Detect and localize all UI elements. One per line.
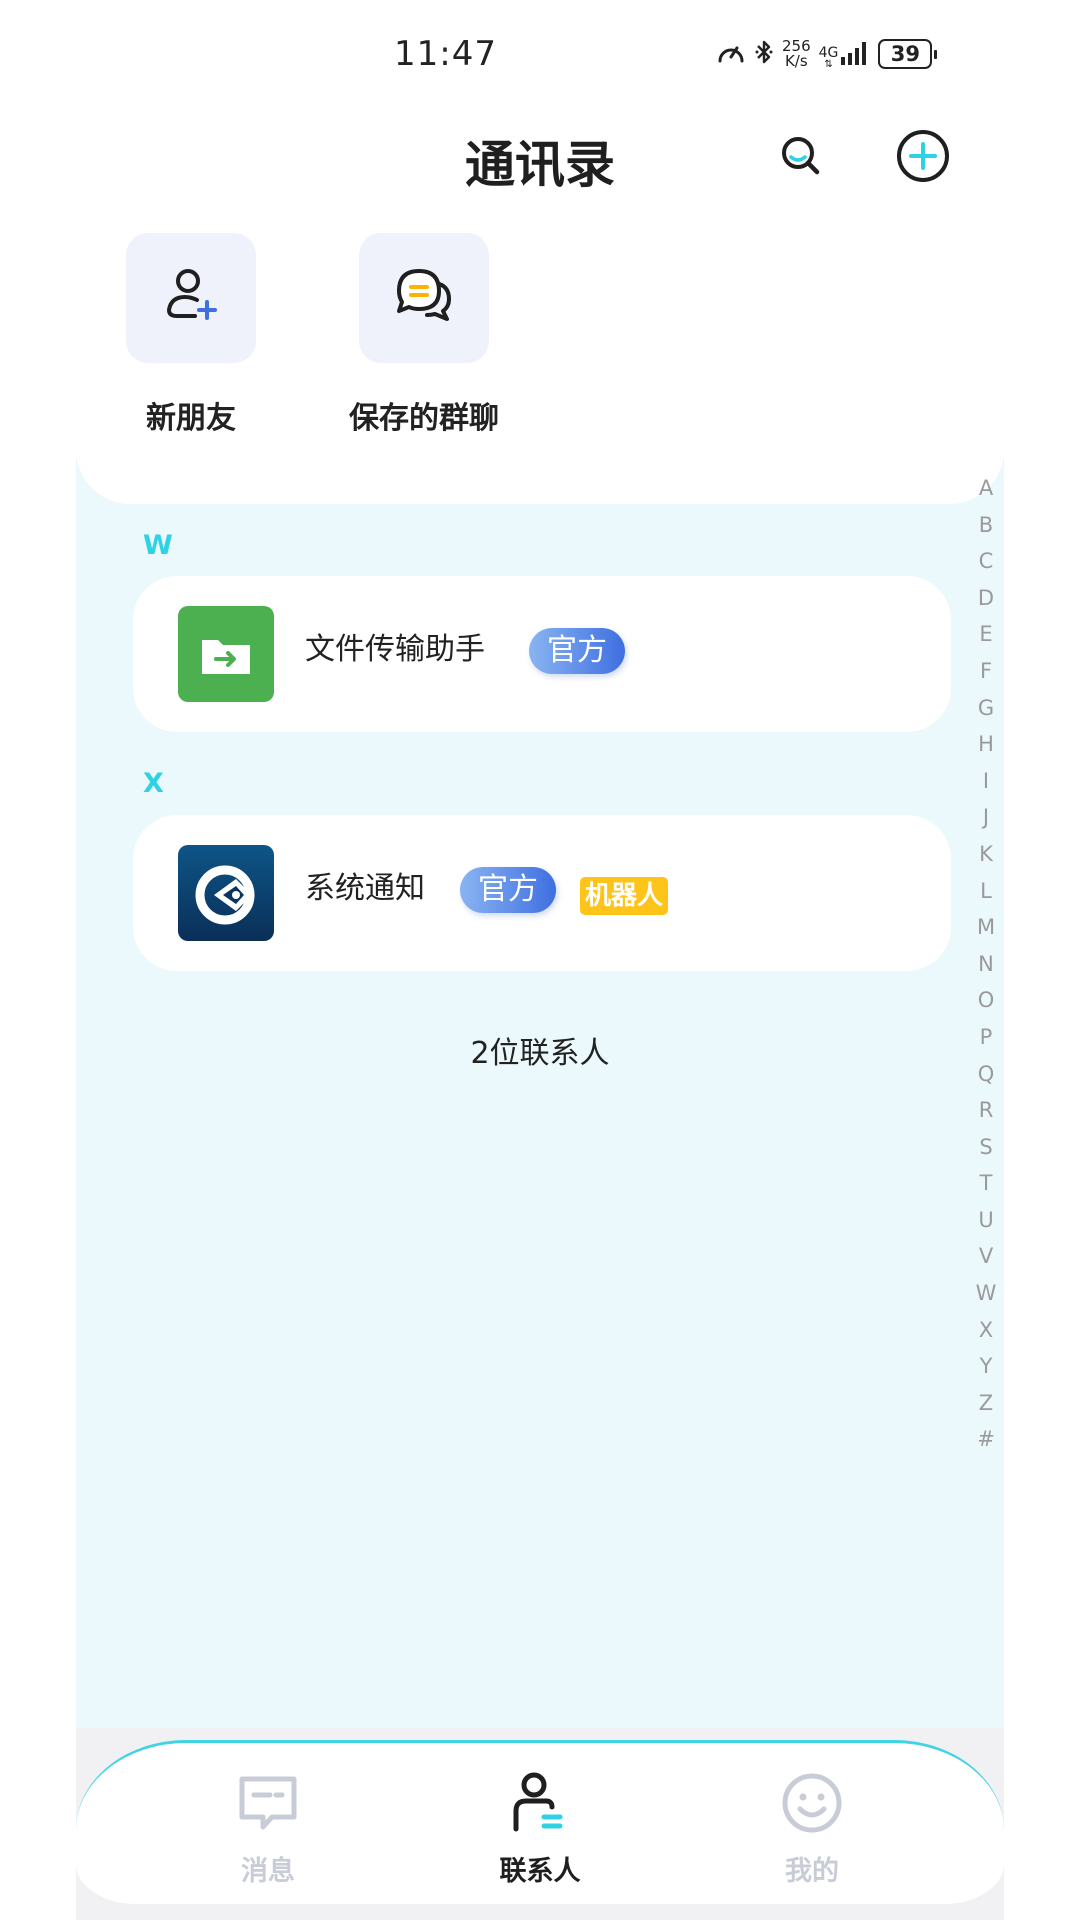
- alphabet-index-letter[interactable]: I: [983, 763, 989, 800]
- shortcut-tile: [359, 233, 489, 363]
- alphabet-index[interactable]: A B C D E F G H I J K L M N O P Q R S T U V W X Y Z #: [976, 470, 997, 1458]
- alphabet-index-letter[interactable]: T: [980, 1165, 993, 1202]
- search-icon: [777, 132, 825, 184]
- signal-icon: [840, 38, 870, 70]
- tab-messages[interactable]: 消息: [188, 1771, 348, 1888]
- alphabet-index-letter[interactable]: X: [979, 1312, 993, 1349]
- add-button[interactable]: [895, 130, 951, 186]
- alphabet-index-letter[interactable]: L: [980, 873, 992, 910]
- tab-icon: [188, 1771, 348, 1839]
- shortcut-saved-groups[interactable]: 保存的群聊: [349, 233, 499, 436]
- file-transfer-icon: [178, 640, 274, 702]
- alphabet-index-letter[interactable]: R: [979, 1092, 994, 1129]
- smile-icon: [780, 1771, 844, 1839]
- file-transfer-avatar: [178, 606, 274, 702]
- contact-name: 文件传输助手: [305, 632, 485, 667]
- tab-profile[interactable]: 我的: [732, 1771, 892, 1888]
- alphabet-index-letter[interactable]: M: [977, 909, 995, 946]
- shortcut-label: 保存的群聊: [349, 401, 499, 436]
- status-icons: 256 K/s 4G ⇅ 39: [716, 34, 938, 74]
- alphabet-index-letter[interactable]: W: [976, 1275, 997, 1312]
- alphabet-index-letter[interactable]: P: [980, 1019, 993, 1056]
- contacts-screen: 11:47 256 K/s 4G ⇅ 39 通讯录 新朋友 保存的群聊 W 文件…: [0, 0, 1080, 1920]
- section-header-w: W: [143, 530, 173, 561]
- tab-label: 消息: [241, 1856, 295, 1887]
- alphabet-index-letter[interactable]: D: [978, 580, 994, 617]
- search-button[interactable]: [773, 130, 829, 186]
- alphabet-index-letter[interactable]: A: [979, 470, 993, 507]
- net-speed: 256 K/s: [782, 39, 811, 69]
- tab-label: 联系人: [499, 1856, 581, 1887]
- alphabet-index-letter[interactable]: G: [978, 690, 994, 727]
- status-time: 11:47: [394, 34, 497, 74]
- speedometer-icon: [716, 39, 746, 69]
- alphabet-index-letter[interactable]: U: [978, 1202, 993, 1239]
- shortcut-new-friends[interactable]: 新朋友: [126, 233, 256, 436]
- alphabet-index-letter[interactable]: N: [978, 946, 994, 983]
- message-icon: [236, 1771, 300, 1839]
- add-user-icon: [159, 264, 223, 332]
- alphabet-index-letter[interactable]: J: [983, 799, 989, 836]
- bot-badge: 机器人: [580, 877, 669, 915]
- bluetooth-icon: [754, 38, 774, 70]
- battery-indicator: 39: [878, 39, 938, 69]
- contact-item-file-transfer[interactable]: 文件传输助手 官方: [133, 576, 951, 732]
- alphabet-index-letter[interactable]: S: [979, 1129, 992, 1166]
- alphabet-index-letter[interactable]: Z: [979, 1385, 993, 1422]
- alphabet-index-letter[interactable]: H: [978, 726, 994, 763]
- plus-circle-icon: [895, 128, 951, 188]
- alphabet-index-letter[interactable]: C: [979, 543, 994, 580]
- contact-item-system-notice[interactable]: 系统通知 官方 机器人: [133, 815, 951, 971]
- official-badge: 官方: [460, 867, 556, 913]
- contact-count: 2位联系人: [470, 1036, 610, 1071]
- network-indicator: 4G ⇅: [819, 38, 871, 70]
- official-badge: 官方: [529, 628, 625, 674]
- system-notice-icon: [178, 865, 274, 941]
- tab-icon: [460, 1771, 620, 1839]
- alphabet-index-letter[interactable]: Q: [978, 1056, 995, 1093]
- alphabet-index-letter[interactable]: #: [977, 1421, 995, 1458]
- alphabet-index-letter[interactable]: Y: [980, 1348, 993, 1385]
- section-header-x: X: [143, 768, 164, 799]
- alphabet-index-letter[interactable]: F: [980, 653, 992, 690]
- alphabet-index-letter[interactable]: V: [979, 1238, 993, 1275]
- system-notice-avatar: [178, 845, 274, 941]
- alphabet-index-letter[interactable]: O: [978, 982, 995, 1019]
- tab-label: 我的: [785, 1856, 839, 1887]
- bottom-tab-bar: 消息 联系人 我的: [76, 1740, 1004, 1904]
- shortcut-tile: [126, 233, 256, 363]
- network-type: 4G: [818, 45, 839, 61]
- tab-icon: [732, 1771, 892, 1839]
- chat-bubbles-icon: [391, 263, 457, 333]
- alphabet-index-letter[interactable]: B: [979, 507, 993, 544]
- contact-name: 系统通知: [305, 871, 425, 906]
- alphabet-index-letter[interactable]: E: [979, 616, 992, 653]
- net-speed-unit: K/s: [784, 52, 808, 70]
- shortcut-label: 新朋友: [146, 401, 236, 436]
- tab-contacts[interactable]: 联系人: [460, 1771, 620, 1888]
- contacts-icon: [508, 1771, 572, 1839]
- alphabet-index-letter[interactable]: K: [979, 836, 993, 873]
